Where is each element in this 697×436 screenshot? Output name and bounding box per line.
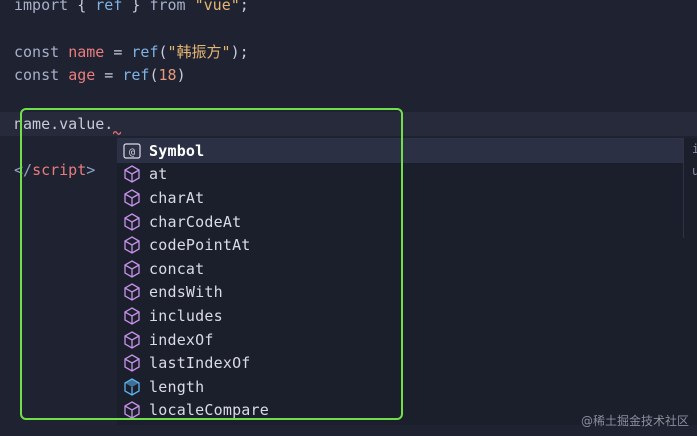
suggestion-label: localeCompare	[149, 401, 269, 420]
method-cube-icon	[122, 188, 142, 208]
suggestion-item-endswith[interactable]: endsWith	[117, 281, 683, 305]
punctuation: (	[149, 66, 159, 84]
function-call: ref	[131, 43, 159, 61]
suggestion-label: length	[149, 377, 205, 396]
suggestion-label: concat	[149, 259, 205, 278]
symbol-key-icon: @	[122, 141, 142, 161]
suggestion-label: indexOf	[149, 330, 214, 349]
keyword: import	[14, 0, 69, 14]
tag-bracket: </	[14, 161, 33, 179]
identifier: ref	[95, 0, 123, 14]
suggestion-item-length[interactable]: length	[117, 375, 683, 399]
suggestion-item-concat[interactable]: concat	[117, 257, 683, 281]
keyword: const	[14, 43, 60, 61]
keyword: from	[149, 0, 186, 14]
punctuation: )	[176, 66, 186, 84]
suggestion-label: charCodeAt	[149, 212, 242, 231]
method-cube-icon	[122, 282, 142, 302]
detail-text: u	[692, 164, 697, 178]
operator: =	[104, 43, 132, 61]
string-literal: "vue"	[194, 0, 240, 14]
method-cube-icon	[122, 235, 142, 255]
punctuation: (	[158, 43, 168, 61]
punctuation: );	[230, 43, 249, 61]
suggestion-item-codepointat[interactable]: codePointAt	[117, 233, 683, 257]
code-line-script-close[interactable]: </script>	[14, 159, 95, 181]
tag-name: script	[32, 161, 87, 179]
suggestion-label: includes	[149, 306, 223, 325]
suggestion-label: charAt	[149, 188, 205, 207]
field-cube-icon	[122, 377, 142, 397]
detail-text: i	[692, 142, 697, 156]
method-cube-icon	[122, 259, 142, 279]
method-cube-icon	[122, 400, 142, 420]
suggestion-label: codePointAt	[149, 236, 251, 255]
suggestion-label: Symbol	[149, 141, 205, 160]
suggestion-list[interactable]: @ Symbol at charAt charCodeAt codePointA…	[117, 138, 697, 425]
watermark: @稀土掘金技术社区	[580, 414, 689, 428]
suggestion-item-lastindexof[interactable]: lastIndexOf	[117, 351, 683, 375]
suggestion-item-symbol[interactable]: @ Symbol	[117, 139, 683, 163]
function-call: ref	[122, 66, 150, 84]
suggestion-item-charat[interactable]: charAt	[117, 186, 683, 210]
punctuation: ;	[239, 0, 249, 14]
suggestion-item-includes[interactable]: includes	[117, 304, 683, 328]
tag-bracket: >	[86, 161, 96, 179]
code-line-current[interactable]: name.value.	[14, 113, 113, 135]
error-squiggle-icon	[113, 131, 121, 135]
method-cube-icon	[122, 353, 142, 373]
variable: name	[68, 43, 105, 61]
punctuation: {	[68, 0, 96, 14]
typed-expression: name.value.	[14, 115, 114, 133]
string-literal: "韩振方"	[167, 43, 231, 61]
keyword: const	[14, 66, 60, 84]
suggestion-item-charcodeat[interactable]: charCodeAt	[117, 210, 683, 234]
code-line-age-decl[interactable]: const age = ref(18)	[14, 64, 186, 86]
code-line-import[interactable]: import { ref } from "vue";	[14, 0, 249, 16]
number-literal: 18	[158, 66, 177, 84]
suggestion-item-indexof[interactable]: indexOf	[117, 328, 683, 352]
suggestion-label: at	[149, 165, 168, 184]
method-cube-icon	[122, 330, 142, 350]
method-cube-icon	[122, 164, 142, 184]
punctuation: }	[122, 0, 150, 14]
suggestion-label: lastIndexOf	[149, 354, 251, 373]
variable: age	[68, 66, 96, 84]
code-line-name-decl[interactable]: const name = ref("韩振方");	[14, 41, 249, 63]
svg-text:@: @	[129, 147, 135, 158]
suggestion-detail-pane: i u	[683, 138, 697, 238]
method-cube-icon	[122, 306, 142, 326]
suggestion-item-at[interactable]: at	[117, 163, 683, 187]
method-cube-icon	[122, 212, 142, 232]
suggestion-label: endsWith	[149, 283, 223, 302]
operator: =	[95, 66, 123, 84]
